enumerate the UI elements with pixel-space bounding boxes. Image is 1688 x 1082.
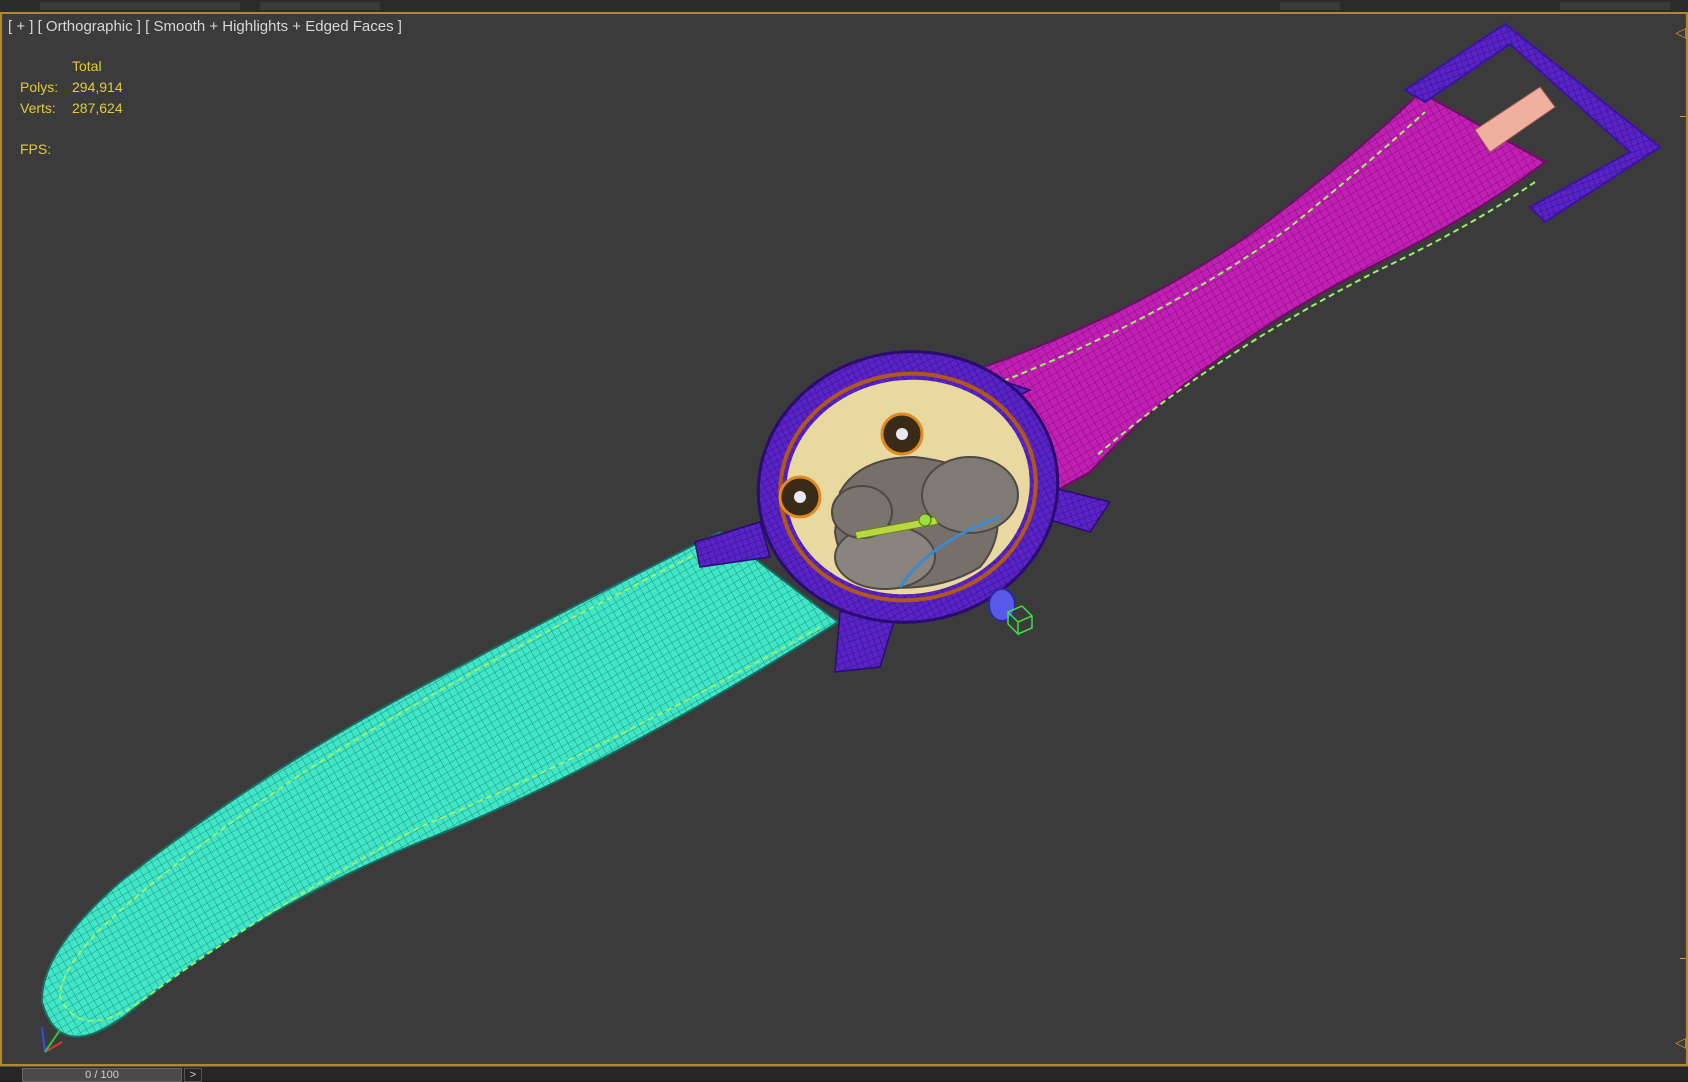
- polys-value: 294,914: [72, 79, 123, 95]
- case-lug-left: [694, 521, 771, 568]
- ruler-bottom-arrow-icon[interactable]: ◁: [1675, 1034, 1686, 1051]
- toolbar-segment[interactable]: [40, 2, 240, 10]
- watch-crown: [988, 588, 1016, 622]
- fps-row: FPS:: [20, 139, 123, 160]
- watch-model-scene[interactable]: [0, 12, 1688, 1066]
- polys-label: Polys:: [20, 79, 59, 95]
- stats-header: Total: [72, 58, 102, 74]
- balance-wheel-top-center: [896, 428, 908, 440]
- viewport-label[interactable]: [ + ] [ Orthographic ] [ Smooth + Highli…: [8, 18, 402, 35]
- verts-row: Verts: 287,624: [20, 98, 123, 119]
- toolbar-segment[interactable]: [260, 2, 380, 10]
- ruler-tick: [1680, 958, 1686, 959]
- perspective-viewport[interactable]: [ + ] [ Orthographic ] [ Smooth + Highli…: [0, 12, 1688, 1066]
- axis-y: [41, 1026, 46, 1053]
- ruler-top-arrow-icon[interactable]: ◁: [1675, 24, 1686, 41]
- fps-label: FPS:: [20, 141, 52, 157]
- verts-label: Verts:: [20, 100, 56, 116]
- hand-center: [918, 513, 932, 527]
- statistics-overlay: Total Polys: 294,914 Verts: 287,624 FPS:: [20, 56, 123, 160]
- buckle-pin: [1474, 86, 1556, 153]
- toolbar-segment[interactable]: [1280, 2, 1340, 10]
- ruler-tick: [1680, 116, 1686, 117]
- time-slider-bar: 0 / 100 >: [0, 1066, 1688, 1082]
- verts-value: 287,624: [72, 100, 123, 116]
- toolbar-segment[interactable]: [1560, 2, 1670, 10]
- polys-row: Polys: 294,914: [20, 77, 123, 98]
- viewport-side-ruler: ◁ ◁: [1672, 12, 1688, 1066]
- long-strap: [40, 530, 840, 1038]
- balance-wheel-left-center: [794, 491, 806, 503]
- pivot-gizmo: [1006, 605, 1034, 636]
